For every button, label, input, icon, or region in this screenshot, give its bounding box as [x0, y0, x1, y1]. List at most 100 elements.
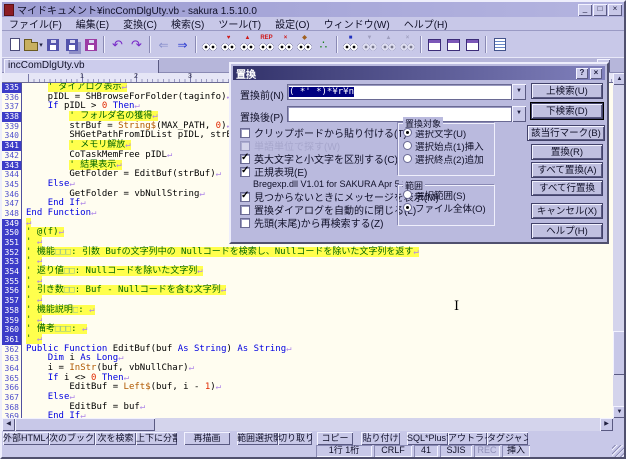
- save-icon[interactable]: [43, 35, 62, 55]
- replace-before-combo[interactable]: ( *' *)*¥r¥n ▼: [287, 84, 526, 100]
- line-number: 338: [2, 112, 22, 122]
- fn-button-next-bookmark[interactable]: 次のブックマ: [49, 432, 95, 445]
- radio-target[interactable]: 選択終点(2)追加: [403, 152, 494, 165]
- fn-button-redraw[interactable]: 再描画: [184, 432, 230, 445]
- fn-button-ext-html[interactable]: 外部HTMLヘ: [3, 432, 49, 445]
- radio-range[interactable]: ファイル全体(O): [403, 201, 494, 214]
- radio-circle[interactable]: [403, 154, 412, 163]
- menu-item-convert[interactable]: 変換(C): [116, 16, 164, 31]
- minimize-button[interactable]: _: [578, 4, 592, 16]
- fn-button-paste[interactable]: 貼り付け: [361, 432, 400, 445]
- checkbox-box[interactable]: [240, 128, 250, 138]
- menu-item-window[interactable]: ウィンドウ(W): [317, 16, 397, 31]
- close-button[interactable]: ×: [608, 4, 622, 16]
- replace-before-field[interactable]: ( *' *)*¥r¥n: [287, 84, 512, 100]
- word-search-icon[interactable]: ◆: [295, 35, 314, 55]
- before-dropdown-icon[interactable]: ▼: [512, 84, 526, 100]
- radio-circle[interactable]: [403, 203, 412, 212]
- radio-circle[interactable]: [403, 141, 412, 150]
- radio-target[interactable]: 選択始点(1)挿入: [403, 139, 494, 152]
- menu-item-tool[interactable]: ツール(T): [211, 16, 268, 31]
- scroll-up-icon[interactable]: ▲: [613, 73, 626, 85]
- bookmark-set-icon[interactable]: ■: [341, 35, 360, 55]
- checkbox-box[interactable]: [240, 154, 250, 164]
- undo-icon[interactable]: ↶: [108, 35, 127, 55]
- replace-dialog-title-bar[interactable]: 置換 ?×: [233, 66, 605, 80]
- cancel-button[interactable]: キャンセル(X): [531, 203, 603, 219]
- type-settings-icon[interactable]: [425, 35, 444, 55]
- replace-button[interactable]: 置換(R): [531, 144, 603, 160]
- help-button[interactable]: ヘルプ(H): [531, 223, 603, 239]
- tab-inccomdlguty[interactable]: incComDlgUty.vb: [4, 59, 159, 73]
- scroll-down-icon[interactable]: ▼: [613, 406, 626, 418]
- line-number: 347: [2, 199, 22, 209]
- common-settings-icon[interactable]: [444, 35, 463, 55]
- radio-circle[interactable]: [403, 190, 412, 199]
- jump-next-icon[interactable]: ⇒: [173, 35, 192, 55]
- dialog-help-button[interactable]: ?: [576, 68, 588, 79]
- line-number: 361: [2, 335, 22, 345]
- menu-item-settings[interactable]: 設定(O): [268, 16, 316, 31]
- line-number: 365: [2, 374, 22, 384]
- fn-button-outline[interactable]: アウトライン: [448, 432, 487, 445]
- fn-button-select-range[interactable]: 範囲選択開: [237, 432, 278, 445]
- replace-all-lines-button[interactable]: すべて行置換: [531, 180, 603, 196]
- menu-item-file[interactable]: ファイル(F): [2, 16, 69, 31]
- menu-item-search[interactable]: 検索(S): [164, 16, 211, 31]
- bookmark-clear-icon[interactable]: ×: [398, 35, 417, 55]
- new-file-icon[interactable]: [5, 35, 24, 55]
- maximize-button[interactable]: □: [593, 4, 607, 16]
- menu-item-edit[interactable]: 編集(E): [69, 16, 116, 31]
- line-number: 358: [2, 306, 22, 316]
- fn-button-search-next[interactable]: 次を検索: [95, 432, 136, 445]
- open-file-icon[interactable]: ▾: [24, 35, 43, 55]
- dialog-close-button[interactable]: ×: [590, 68, 602, 79]
- search-stop-icon[interactable]: ×: [276, 35, 295, 55]
- save-all-icon[interactable]: [62, 35, 81, 55]
- vertical-scroll-thumb[interactable]: [613, 331, 626, 375]
- grep-icon[interactable]: ♥: [219, 35, 238, 55]
- fn-button-cut[interactable]: 切り取り: [278, 432, 312, 445]
- jump-prev-icon[interactable]: ⇐: [154, 35, 173, 55]
- outline-icon[interactable]: [490, 35, 509, 55]
- vertical-scrollbar[interactable]: ▲ ▼: [613, 73, 626, 418]
- checkbox-box[interactable]: [240, 141, 250, 151]
- scroll-left-icon[interactable]: ◀: [2, 418, 15, 431]
- fn-button-sql-plus[interactable]: SQL*Plusで: [407, 432, 448, 445]
- search-up-icon[interactable]: ▲: [238, 35, 257, 55]
- replace-all-button[interactable]: すべて置換(A): [531, 162, 603, 178]
- scroll-right-icon[interactable]: ▶: [600, 418, 613, 431]
- bookmark-prev-icon[interactable]: ▲: [379, 35, 398, 55]
- status-caret-position: 1行 1桁: [316, 445, 372, 457]
- toolbar-separator: [336, 36, 338, 53]
- checkbox-box[interactable]: [240, 192, 250, 202]
- search-up-button[interactable]: 上検索(U): [531, 83, 603, 99]
- replace-after-field[interactable]: [287, 106, 512, 122]
- mark-matching-lines-button[interactable]: 該当行マーク(B): [527, 125, 605, 141]
- checkbox-box[interactable]: [240, 218, 250, 228]
- radio-circle[interactable]: [403, 128, 412, 137]
- save-as-icon[interactable]: [81, 35, 100, 55]
- resize-grip[interactable]: [612, 445, 624, 457]
- fn-button-tag-jump[interactable]: タグジャンプ: [487, 432, 528, 445]
- line-number: 335: [2, 83, 22, 93]
- redo-icon[interactable]: ↷: [127, 35, 146, 55]
- fn-button-split-horizontal[interactable]: 上下に分割: [136, 432, 177, 445]
- checkbox-box[interactable]: [240, 167, 250, 177]
- horizontal-scroll-thumb[interactable]: [15, 418, 155, 431]
- menu-item-help[interactable]: ヘルプ(H): [397, 16, 455, 31]
- function-button-bar: 外部HTMLヘ次のブックマ次を検索上下に分割再描画範囲選択開切り取りコピー貼り付…: [2, 431, 624, 445]
- title-bar[interactable]: マイドキュメント¥incComDlgUty.vb - sakura 1.5.10…: [2, 2, 624, 17]
- code-line: 368 EditBuf = buf↵: [2, 403, 613, 413]
- search-down-button[interactable]: 下検索(D): [531, 103, 603, 119]
- fn-button-copy[interactable]: コピー: [317, 432, 353, 445]
- replace-icon[interactable]: REP: [257, 35, 276, 55]
- horizontal-scrollbar[interactable]: ◀ ▶: [2, 418, 613, 431]
- tag-jump-icon[interactable]: ∴: [314, 35, 333, 55]
- bookmark-next-icon[interactable]: ▼: [360, 35, 379, 55]
- search-icon[interactable]: [200, 35, 219, 55]
- after-label: 置換後(P): [240, 109, 283, 124]
- keyword-settings-icon[interactable]: [463, 35, 482, 55]
- after-dropdown-icon[interactable]: ▼: [512, 106, 526, 122]
- checkbox-box[interactable]: [240, 205, 250, 215]
